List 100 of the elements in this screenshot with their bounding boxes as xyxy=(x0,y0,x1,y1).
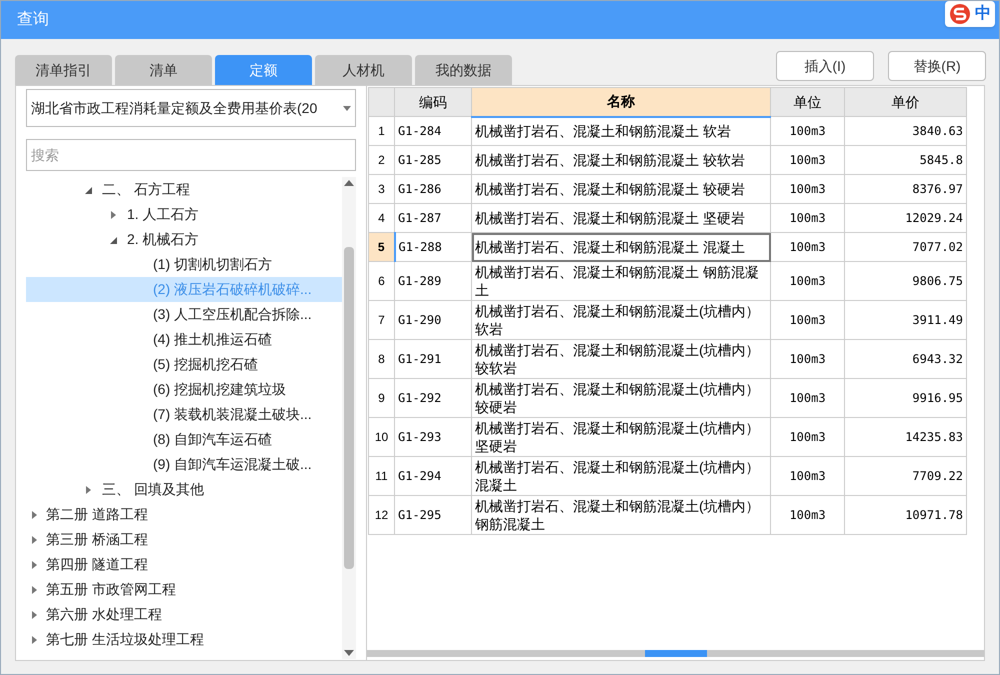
tree-item[interactable]: 第三册 桥涵工程 xyxy=(26,527,342,552)
row-number[interactable]: 11 xyxy=(368,456,394,496)
table-cell: G1-295 xyxy=(394,496,472,534)
row-number[interactable]: 2 xyxy=(368,146,394,174)
table-cell: 5845.8 xyxy=(844,146,966,174)
tree-item[interactable]: (3) 人工空压机配合拆除... xyxy=(26,302,342,327)
table-cell: 机械凿打岩石、混凝土和钢筋混凝土 较硬岩 xyxy=(472,174,770,204)
tree-item[interactable]: (4) 推土机推运石碴 xyxy=(26,327,342,352)
tree-item[interactable]: (7) 装载机装混凝土破块... xyxy=(26,402,342,427)
expand-arrow-icon[interactable] xyxy=(84,486,92,494)
expand-arrow-icon[interactable] xyxy=(109,210,117,218)
tree-item[interactable]: 第二册 道路工程 xyxy=(26,502,342,527)
table-cell: 100m3 xyxy=(770,300,844,340)
collapse-arrow-icon[interactable] xyxy=(84,186,92,194)
row-number[interactable]: 4 xyxy=(368,204,394,232)
row-number[interactable]: 6 xyxy=(368,262,394,300)
table-cell: G1-291 xyxy=(394,340,472,378)
tree-item[interactable]: (5) 挖掘机挖石碴 xyxy=(26,352,342,377)
table-cell: 机械凿打岩石、混凝土和钢筋混凝土 钢筋混凝土 xyxy=(472,262,770,300)
expand-arrow-icon[interactable] xyxy=(30,510,38,518)
table-cell: 100m3 xyxy=(770,378,844,418)
scrollbar-thumb[interactable] xyxy=(645,650,707,657)
row-number[interactable]: 5 xyxy=(368,232,394,262)
table-cell: 机械凿打岩石、混凝土和钢筋混凝土(坑槽内）坚硬岩 xyxy=(472,418,770,456)
tab[interactable]: 我的数据 xyxy=(415,55,512,85)
ime-mode-label: 中 xyxy=(975,4,991,24)
expand-arrow-icon[interactable] xyxy=(30,636,38,644)
tree-item[interactable]: (8) 自卸汽车运石碴 xyxy=(26,427,342,452)
column-header[interactable]: 单价 xyxy=(844,88,966,116)
tab[interactable]: 人材机 xyxy=(315,55,412,85)
library-dropdown[interactable]: 湖北省市政工程消耗量定额及全费用基价表(20 xyxy=(26,89,356,127)
table-cell: G1-287 xyxy=(394,204,472,232)
table-cell: 机械凿打岩石、混凝土和钢筋混凝土(坑槽内）较软岩 xyxy=(472,340,770,378)
table-cell: 6943.32 xyxy=(844,340,966,378)
table-cell: 机械凿打岩石、混凝土和钢筋混凝土 较软岩 xyxy=(472,146,770,174)
tree-item[interactable]: 1. 人工石方 xyxy=(26,202,342,227)
row-number[interactable]: 12 xyxy=(368,496,394,534)
scrollbar-thumb[interactable] xyxy=(344,247,354,569)
table-cell: 14235.83 xyxy=(844,418,966,456)
table-cell: 机械凿打岩石、混凝土和钢筋混凝土 坚硬岩 xyxy=(472,204,770,232)
tree-item[interactable]: 第六册 水处理工程 xyxy=(26,602,342,627)
tree-item[interactable]: 三、 回填及其他 xyxy=(26,477,342,502)
table-cell: 7709.22 xyxy=(844,456,966,496)
table-cell: G1-294 xyxy=(394,456,472,496)
table-cell: G1-288 xyxy=(394,232,472,262)
ime-logo-icon xyxy=(949,3,971,25)
expand-arrow-icon[interactable] xyxy=(30,536,38,544)
tab[interactable]: 清单指引 xyxy=(15,55,112,85)
table-cell: 机械凿打岩石、混凝土和钢筋混凝土 混凝土 xyxy=(472,232,770,262)
table-cell: G1-284 xyxy=(394,116,472,146)
ime-badge[interactable]: 中 xyxy=(945,1,995,27)
expand-arrow-icon[interactable] xyxy=(30,610,38,618)
row-number[interactable]: 3 xyxy=(368,174,394,204)
table-cell: 9806.75 xyxy=(844,262,966,300)
table-cell: G1-289 xyxy=(394,262,472,300)
collapse-arrow-icon[interactable] xyxy=(109,236,117,244)
table-cell: 7077.02 xyxy=(844,232,966,262)
tree-item[interactable]: 第四册 隧道工程 xyxy=(26,552,342,577)
tree-item[interactable]: 2. 机械石方 xyxy=(26,227,342,252)
table-cell: 机械凿打岩石、混凝土和钢筋混凝土(坑槽内）软岩 xyxy=(472,300,770,340)
table-cell: 机械凿打岩石、混凝土和钢筋混凝土(坑槽内）钢筋混凝土 xyxy=(472,496,770,534)
table-cell: 12029.24 xyxy=(844,204,966,232)
row-number[interactable]: 1 xyxy=(368,116,394,146)
table-cell: 100m3 xyxy=(770,340,844,378)
tree-item[interactable]: (6) 挖掘机挖建筑垃圾 xyxy=(26,377,342,402)
table-cell: 100m3 xyxy=(770,496,844,534)
tree-item[interactable]: 第五册 市政管网工程 xyxy=(26,577,342,602)
table-cell: G1-290 xyxy=(394,300,472,340)
horizontal-scrollbar[interactable] xyxy=(367,650,984,657)
window-title: 查询 xyxy=(17,10,49,30)
action-button[interactable]: 插入(I) xyxy=(776,51,874,81)
dropdown-value: 湖北省市政工程消耗量定额及全费用基价表(20 xyxy=(31,98,318,118)
tab[interactable]: 清单 xyxy=(115,55,212,85)
tree-item[interactable]: (1) 切割机切割石方 xyxy=(26,252,342,277)
tree-item[interactable]: 二、 石方工程 xyxy=(26,177,342,202)
table-cell: G1-286 xyxy=(394,174,472,204)
table-cell: 100m3 xyxy=(770,174,844,204)
action-button[interactable]: 替换(R) xyxy=(888,51,986,81)
table-cell: 100m3 xyxy=(770,146,844,174)
row-number[interactable]: 8 xyxy=(368,340,394,378)
expand-arrow-icon[interactable] xyxy=(30,586,38,594)
row-number[interactable]: 7 xyxy=(368,300,394,340)
vertical-scrollbar[interactable] xyxy=(342,177,356,659)
column-header[interactable]: 单位 xyxy=(770,88,844,116)
tree-item[interactable]: 第七册 生活垃圾处理工程 xyxy=(26,627,342,652)
table-cell: 100m3 xyxy=(770,418,844,456)
expand-arrow-icon[interactable] xyxy=(30,560,38,568)
table-cell: G1-293 xyxy=(394,418,472,456)
caret-icon xyxy=(343,106,351,110)
table-cell: 100m3 xyxy=(770,116,844,146)
row-number[interactable]: 9 xyxy=(368,378,394,418)
scroll-down-icon[interactable] xyxy=(344,650,354,656)
scroll-up-icon[interactable] xyxy=(344,180,354,186)
column-header[interactable]: 编码 xyxy=(394,88,472,116)
search-field[interactable]: 搜索 xyxy=(26,139,356,171)
table-cell: 机械凿打岩石、混凝土和钢筋混凝土(坑槽内）较硬岩 xyxy=(472,378,770,418)
row-number[interactable]: 10 xyxy=(368,418,394,456)
table-cell: 3840.63 xyxy=(844,116,966,146)
tree-item[interactable]: (9) 自卸汽车运混凝土破... xyxy=(26,452,342,477)
column-header[interactable]: 名称 xyxy=(472,88,770,116)
